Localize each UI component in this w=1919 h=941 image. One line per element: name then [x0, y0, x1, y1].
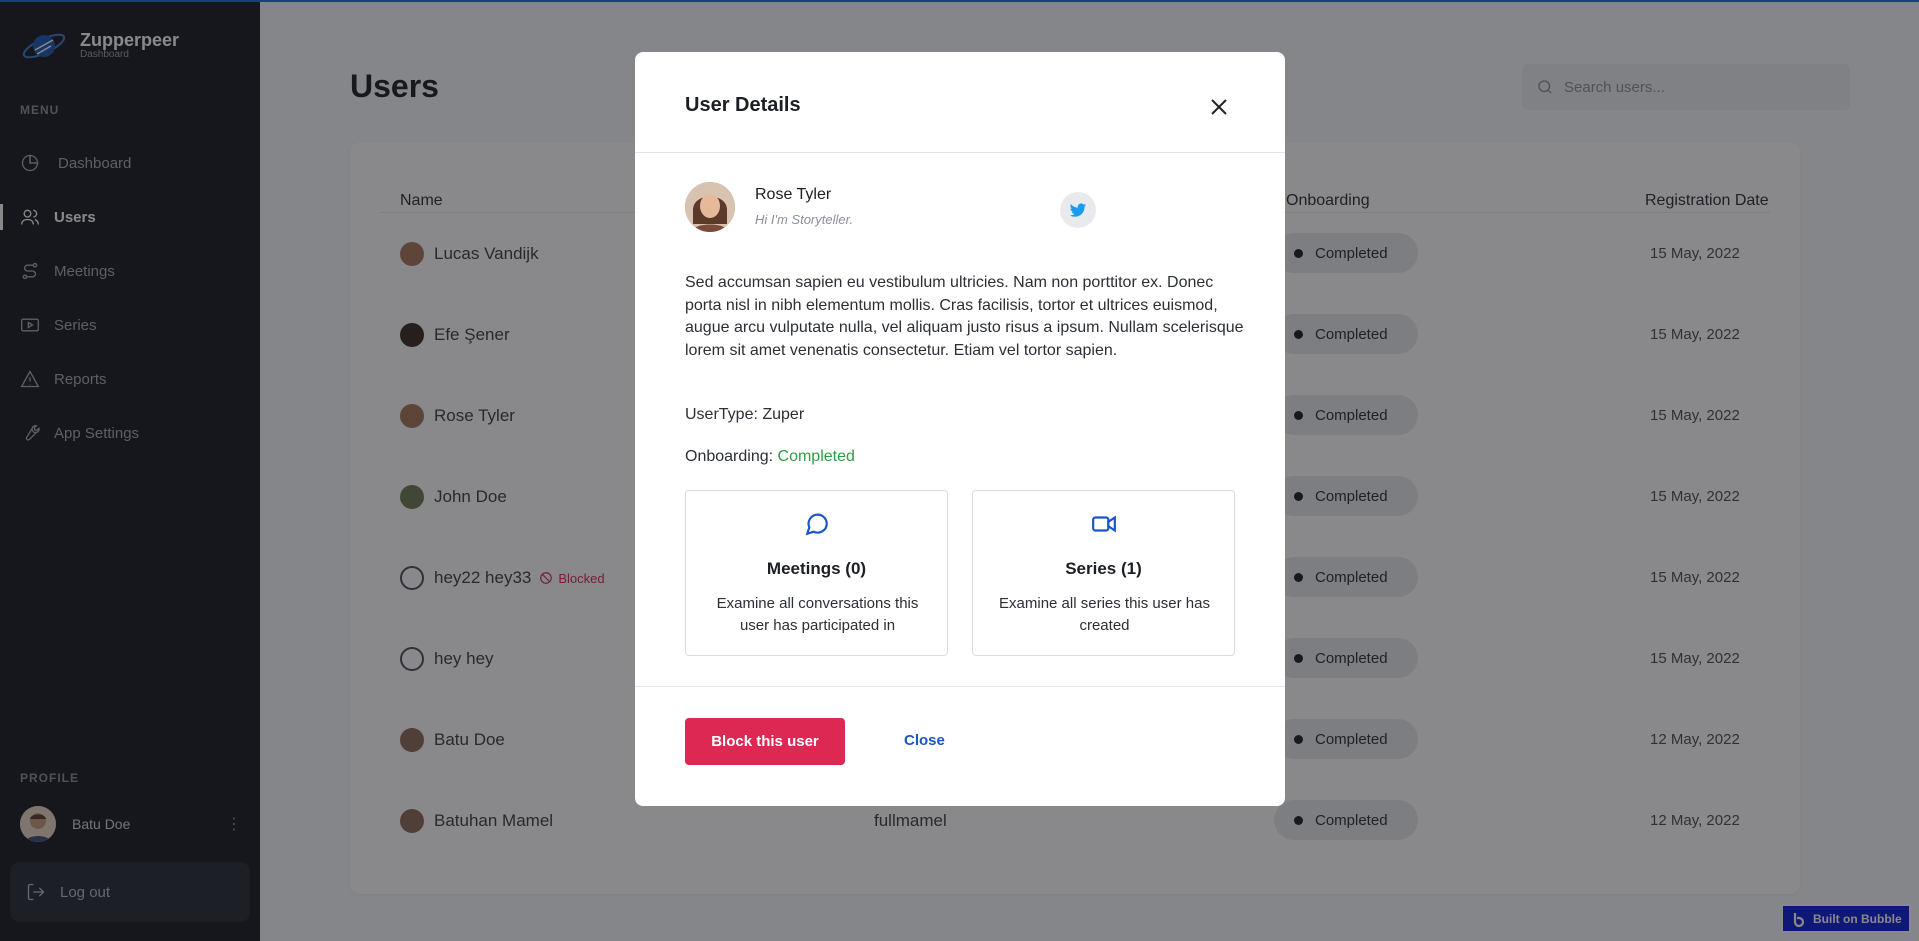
twitter-icon	[1069, 203, 1087, 217]
modal-title: User Details	[685, 94, 801, 116]
user-name: Rose Tyler	[755, 186, 832, 203]
twitter-link[interactable]	[1060, 192, 1096, 228]
user-bio: Hi I'm Storyteller.	[755, 212, 854, 227]
block-user-button[interactable]: Block this user	[685, 718, 845, 765]
onboarding-value: Completed	[777, 448, 855, 465]
user-details-modal: User Details Rose Tyler Hi I'm Storytell…	[635, 52, 1285, 806]
user-profile-header: Rose Tyler Hi I'm Storyteller.	[685, 182, 1235, 234]
divider	[635, 686, 1285, 687]
meetings-card[interactable]: Meetings (0) Examine all conversations t…	[685, 490, 948, 656]
series-card[interactable]: Series (1) Examine all series this user …	[972, 490, 1235, 656]
onboarding-label: Onboarding:	[685, 448, 778, 465]
avatar	[685, 182, 735, 232]
user-description: Sed accumsan sapien eu vestibulum ultric…	[685, 274, 1244, 359]
meetings-description: Examine all conversations this user has …	[716, 595, 919, 634]
video-camera-icon	[1091, 515, 1116, 533]
series-title: Series (1)	[1065, 559, 1142, 578]
series-description: Examine all series this user has created	[999, 595, 1210, 634]
close-button[interactable]: Close	[904, 732, 945, 749]
meetings-title: Meetings (0)	[766, 559, 867, 578]
chat-bubble-icon	[805, 513, 828, 536]
user-type: UserType: Zuper	[685, 406, 805, 423]
close-icon[interactable]	[1207, 95, 1231, 119]
onboarding-status: Onboarding: Completed	[685, 448, 855, 466]
divider	[635, 152, 1285, 153]
